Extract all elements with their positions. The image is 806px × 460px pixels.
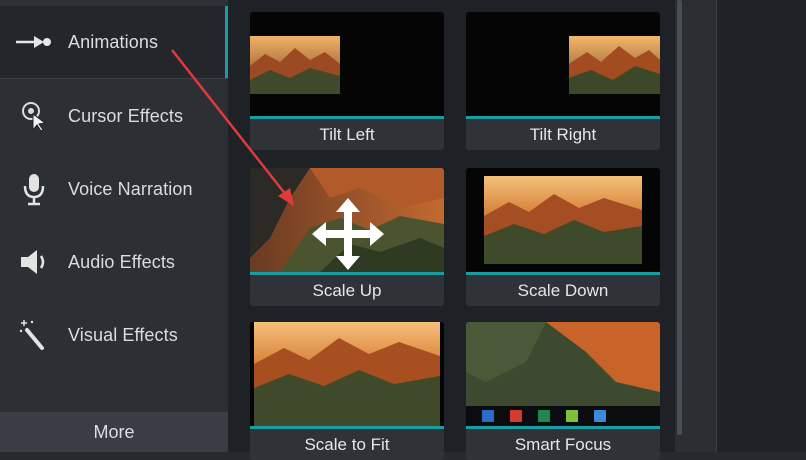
move-cursor-icon [312, 198, 384, 270]
sidebar-item-visual-effects[interactable]: Visual Effects [0, 299, 228, 371]
tile-thumbnail [466, 168, 660, 272]
sidebar-item-label: Cursor Effects [68, 105, 184, 126]
tile-thumbnail [250, 12, 444, 116]
sidebar-item-voice-narration[interactable]: Voice Narration [0, 153, 228, 225]
tile-label: Tilt Right [466, 119, 660, 150]
divider [0, 78, 228, 79]
animation-tile-scale-down[interactable]: Scale Down [466, 168, 660, 306]
tile-thumbnail [466, 322, 660, 426]
animation-tile-smart-focus[interactable]: Smart Focus [466, 322, 660, 460]
sidebar-item-animations[interactable]: Animations [0, 6, 228, 78]
landscape-image [569, 36, 660, 94]
scrollbar-thumb[interactable] [677, 0, 682, 435]
tile-label: Scale to Fit [250, 429, 444, 460]
animation-tile-tilt-right[interactable]: Tilt Right [466, 12, 660, 150]
tile-label: Scale Up [250, 275, 444, 306]
cursor-effects-icon [14, 96, 54, 136]
landscape-image [250, 36, 340, 94]
speaker-icon [14, 242, 54, 282]
sidebar-item-label: Voice Narration [68, 178, 193, 199]
sidebar-item-cursor-effects[interactable]: Cursor Effects [0, 80, 228, 152]
tile-thumbnail [250, 168, 444, 272]
microphone-icon [14, 169, 54, 209]
tile-label: Smart Focus [466, 429, 660, 460]
landscape-image [484, 176, 642, 264]
animation-tile-scale-to-fit[interactable]: Scale to Fit [250, 322, 444, 460]
tile-thumbnail [466, 12, 660, 116]
animation-arrow-icon [14, 22, 54, 62]
more-button[interactable]: More [0, 412, 228, 452]
sidebar-item-label: Visual Effects [68, 324, 178, 345]
landscape-image [254, 322, 440, 426]
sidebar-item-label: Audio Effects [68, 251, 176, 272]
landscape-image [466, 322, 660, 426]
canvas-area [716, 0, 806, 452]
animation-tile-scale-up[interactable]: Scale Up [250, 168, 444, 306]
sidebar-item-audio-effects[interactable]: Audio Effects [0, 226, 228, 298]
tile-label: Tilt Left [250, 119, 444, 150]
tile-thumbnail [250, 322, 444, 426]
tile-label: Scale Down [466, 275, 660, 306]
effects-sidebar: Animations Cursor Effects Voice Narratio… [0, 0, 228, 452]
sidebar-item-label: Animations [68, 31, 159, 52]
animation-tile-tilt-left[interactable]: Tilt Left [250, 12, 444, 150]
magic-wand-icon [14, 315, 54, 355]
